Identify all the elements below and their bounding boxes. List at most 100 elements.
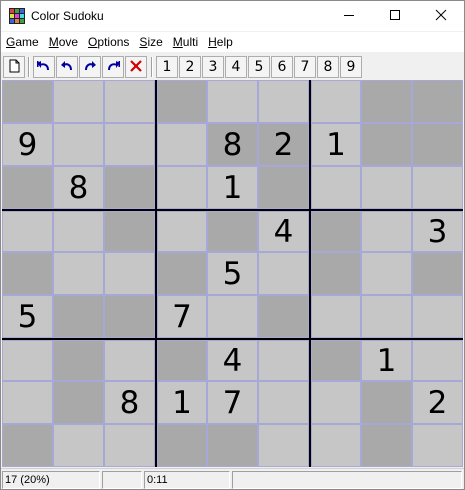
sudoku-cell[interactable]: 8: [104, 381, 155, 424]
sudoku-cell[interactable]: [53, 252, 104, 295]
sudoku-cell[interactable]: [258, 381, 309, 424]
sudoku-cell[interactable]: [361, 252, 412, 295]
sudoku-cell[interactable]: [207, 295, 258, 338]
sudoku-cell[interactable]: [311, 381, 361, 424]
sudoku-cell[interactable]: [2, 252, 53, 295]
sudoku-cell[interactable]: [361, 123, 412, 166]
sudoku-cell[interactable]: [311, 295, 361, 338]
sudoku-cell[interactable]: 4: [258, 211, 309, 252]
sudoku-cell[interactable]: [311, 80, 361, 123]
sudoku-cell[interactable]: [311, 424, 361, 467]
number-8-button[interactable]: 8: [317, 56, 339, 78]
close-button[interactable]: [418, 1, 464, 31]
sudoku-cell[interactable]: 2: [258, 123, 309, 166]
sudoku-cell[interactable]: 1: [207, 166, 258, 209]
menu-options[interactable]: Options: [83, 33, 134, 51]
sudoku-cell[interactable]: [207, 211, 258, 252]
sudoku-cell[interactable]: 9: [2, 123, 53, 166]
sudoku-cell[interactable]: [2, 80, 53, 123]
clear-button[interactable]: [125, 56, 147, 78]
sudoku-cell[interactable]: [53, 80, 104, 123]
new-game-button[interactable]: [3, 56, 25, 78]
sudoku-cell[interactable]: [157, 340, 207, 381]
sudoku-cell[interactable]: [361, 211, 412, 252]
sudoku-cell[interactable]: [104, 166, 155, 209]
sudoku-cell[interactable]: [157, 211, 207, 252]
sudoku-cell[interactable]: [258, 166, 309, 209]
sudoku-cell[interactable]: [361, 381, 412, 424]
sudoku-cell[interactable]: [412, 252, 463, 295]
sudoku-cell[interactable]: [207, 80, 258, 123]
sudoku-cell[interactable]: [53, 340, 104, 381]
sudoku-cell[interactable]: 2: [412, 381, 463, 424]
sudoku-cell[interactable]: [104, 123, 155, 166]
sudoku-cell[interactable]: [157, 424, 207, 467]
sudoku-cell[interactable]: [412, 166, 463, 209]
sudoku-cell[interactable]: [104, 80, 155, 123]
sudoku-cell[interactable]: [207, 424, 258, 467]
menu-size[interactable]: Size: [134, 33, 167, 51]
sudoku-cell[interactable]: [104, 295, 155, 338]
sudoku-cell[interactable]: [258, 80, 309, 123]
sudoku-cell[interactable]: [361, 424, 412, 467]
sudoku-cell[interactable]: [412, 123, 463, 166]
sudoku-cell[interactable]: [157, 123, 207, 166]
menu-move[interactable]: Move: [44, 33, 83, 51]
sudoku-cell[interactable]: [311, 340, 361, 381]
maximize-button[interactable]: [372, 1, 418, 31]
number-5-button[interactable]: 5: [248, 56, 270, 78]
sudoku-cell[interactable]: [258, 424, 309, 467]
sudoku-cell[interactable]: [104, 340, 155, 381]
sudoku-cell[interactable]: [412, 424, 463, 467]
sudoku-cell[interactable]: [361, 295, 412, 338]
sudoku-cell[interactable]: 3: [412, 211, 463, 252]
sudoku-cell[interactable]: [2, 340, 53, 381]
sudoku-cell[interactable]: 1: [157, 381, 207, 424]
undo-all-button[interactable]: [33, 56, 55, 78]
redo-button[interactable]: [79, 56, 101, 78]
title-bar[interactable]: Color Sudoku: [1, 1, 464, 31]
undo-button[interactable]: [56, 56, 78, 78]
sudoku-cell[interactable]: [412, 340, 463, 381]
number-9-button[interactable]: 9: [340, 56, 362, 78]
sudoku-cell[interactable]: [258, 340, 309, 381]
redo-all-button[interactable]: [102, 56, 124, 78]
menu-game[interactable]: Game: [1, 33, 44, 51]
sudoku-cell[interactable]: [53, 123, 104, 166]
sudoku-cell[interactable]: [104, 211, 155, 252]
sudoku-cell[interactable]: [157, 252, 207, 295]
sudoku-cell[interactable]: 8: [207, 123, 258, 166]
number-1-button[interactable]: 1: [156, 56, 178, 78]
sudoku-cell[interactable]: [104, 252, 155, 295]
number-2-button[interactable]: 2: [179, 56, 201, 78]
sudoku-cell[interactable]: [2, 381, 53, 424]
sudoku-cell[interactable]: [157, 80, 207, 123]
sudoku-cell[interactable]: [2, 211, 53, 252]
sudoku-cell[interactable]: [412, 80, 463, 123]
sudoku-cell[interactable]: [311, 252, 361, 295]
sudoku-cell[interactable]: [2, 424, 53, 467]
number-3-button[interactable]: 3: [202, 56, 224, 78]
sudoku-cell[interactable]: 5: [207, 252, 258, 295]
sudoku-cell[interactable]: [311, 166, 361, 209]
sudoku-cell[interactable]: [258, 295, 309, 338]
sudoku-cell[interactable]: [104, 424, 155, 467]
menu-multi[interactable]: Multi: [168, 33, 203, 51]
number-7-button[interactable]: 7: [294, 56, 316, 78]
sudoku-cell[interactable]: [311, 211, 361, 252]
sudoku-cell[interactable]: 7: [207, 381, 258, 424]
sudoku-cell[interactable]: 1: [311, 123, 361, 166]
sudoku-cell[interactable]: 7: [157, 295, 207, 338]
sudoku-cell[interactable]: [361, 166, 412, 209]
sudoku-cell[interactable]: [53, 381, 104, 424]
sudoku-cell[interactable]: [53, 295, 104, 338]
number-4-button[interactable]: 4: [225, 56, 247, 78]
sudoku-cell[interactable]: 1: [361, 340, 412, 381]
sudoku-cell[interactable]: [157, 166, 207, 209]
sudoku-cell[interactable]: 8: [53, 166, 104, 209]
sudoku-cell[interactable]: [258, 252, 309, 295]
sudoku-cell[interactable]: [53, 211, 104, 252]
minimize-button[interactable]: [326, 1, 372, 31]
sudoku-cell[interactable]: [361, 80, 412, 123]
sudoku-cell[interactable]: 5: [2, 295, 53, 338]
